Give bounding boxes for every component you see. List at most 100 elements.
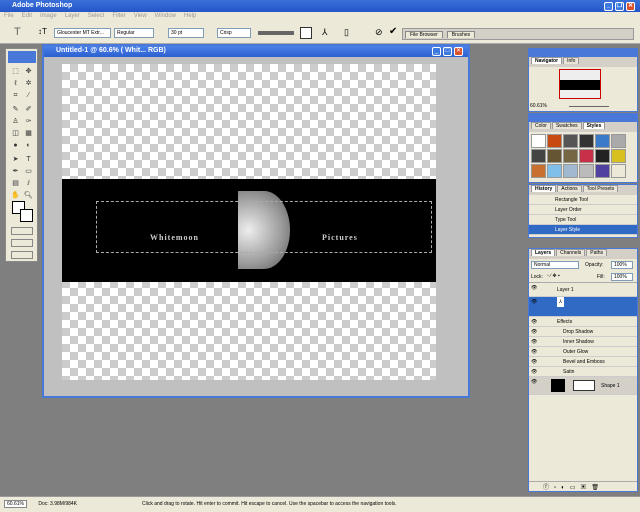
dodge-tool-icon[interactable]: ◐ [24, 141, 33, 150]
style-swatch[interactable] [563, 164, 578, 178]
text-color-swatch[interactable] [300, 27, 312, 39]
style-swatch[interactable] [595, 149, 610, 163]
zoom-slider[interactable] [569, 106, 609, 107]
history-item[interactable]: Type Tool [529, 215, 637, 225]
style-swatch[interactable] [547, 134, 562, 148]
style-swatch[interactable] [595, 164, 610, 178]
style-swatch[interactable] [611, 134, 626, 148]
transform-bounding-box[interactable] [96, 201, 432, 253]
background-color[interactable] [20, 209, 33, 222]
tab-navigator[interactable]: Navigator [531, 57, 563, 64]
menu-view[interactable]: View [134, 13, 147, 19]
tab-actions[interactable]: Actions [557, 185, 582, 192]
layer-row-layer-1[interactable]: 👁︎ Layer 1 [529, 283, 637, 297]
magic-wand-icon[interactable]: ✲ [24, 79, 33, 88]
navigator-thumbnail[interactable] [559, 69, 601, 99]
shape-tool-icon[interactable]: ▭ [24, 167, 33, 176]
tab-styles[interactable]: Styles [582, 122, 606, 129]
warp-text-icon[interactable]: ⅄ [322, 27, 328, 38]
lock-icons[interactable]: ▫ ∕ ✥ ▪ [547, 273, 560, 279]
lasso-tool-icon[interactable]: ℓ [11, 79, 20, 88]
menu-filter[interactable]: Filter [112, 13, 125, 19]
style-swatch[interactable] [595, 134, 610, 148]
clone-stamp-icon[interactable]: ♙ [11, 117, 20, 126]
layer-row-shape-1[interactable]: 👁︎ Shape 1 [529, 377, 637, 395]
type-tool-active-icon[interactable]: T [24, 155, 33, 164]
font-family-select[interactable]: Gloucester MT Extr... [54, 28, 111, 38]
menu-file[interactable]: File [4, 13, 14, 19]
antialias-select[interactable]: Crisp [217, 28, 251, 38]
layer-row-text-selected[interactable]: 👁︎ ⅄ [529, 297, 637, 317]
effect-inner-shadow[interactable]: 👁︎ Inner Shadow [529, 337, 637, 347]
font-style-select[interactable]: Regular [114, 28, 154, 38]
orientation-icon[interactable]: ↕T [38, 27, 47, 36]
cancel-icon[interactable]: ⊘ [375, 27, 383, 38]
menu-help[interactable]: Help [184, 13, 196, 19]
style-swatch[interactable] [547, 164, 562, 178]
tab-file-browser[interactable]: File Browser [405, 31, 443, 38]
brush-tool-icon[interactable]: ✐ [24, 105, 33, 114]
tab-brushes[interactable]: Brushes [446, 31, 476, 38]
layers-footer-buttons[interactable]: ⓕ▫◐▭▣🗑︎ [529, 481, 637, 491]
style-swatch[interactable] [531, 149, 546, 163]
style-swatch[interactable] [547, 149, 562, 163]
slice-tool-icon[interactable]: ∕ [24, 91, 33, 100]
canvas[interactable]: Whitemoon Pictures [62, 64, 436, 380]
menu-edit[interactable]: Edit [22, 13, 32, 19]
close-button[interactable]: ✕ [626, 2, 635, 11]
crop-tool-icon[interactable]: ⌗ [11, 91, 20, 100]
style-swatch[interactable] [611, 149, 626, 163]
style-swatch[interactable] [563, 149, 578, 163]
blend-mode-select[interactable]: Normal [531, 261, 579, 269]
blur-tool-icon[interactable]: ● [11, 141, 20, 150]
navigator-zoom[interactable]: 60.61% [530, 103, 547, 109]
effect-bevel-emboss[interactable]: 👁︎ Bevel and Emboss [529, 357, 637, 367]
eye-icon[interactable]: 👁︎ [531, 349, 537, 355]
notes-tool-icon[interactable]: ▤ [11, 179, 20, 188]
history-item-selected[interactable]: Layer Style [529, 225, 637, 235]
menu-select[interactable]: Select [88, 13, 105, 19]
gradient-icon[interactable]: ▦ [24, 129, 33, 138]
effects-row[interactable]: 👁︎ Effects [529, 317, 637, 327]
effect-outer-glow[interactable]: 👁︎ Outer Glow [529, 347, 637, 357]
tab-layers[interactable]: Layers [531, 249, 556, 256]
doc-close-button[interactable]: ✕ [454, 47, 463, 56]
tab-tool-presets[interactable]: Tool Presets [582, 185, 619, 192]
menu-layer[interactable]: Layer [65, 13, 80, 19]
eyedropper-icon[interactable]: ⅈ [24, 179, 33, 188]
status-zoom[interactable]: 60.61% [4, 500, 27, 508]
quick-mask-buttons[interactable] [11, 227, 33, 235]
font-size-select[interactable]: 30 pt [168, 28, 204, 38]
effect-drop-shadow[interactable]: 👁︎ Drop Shadow [529, 327, 637, 337]
fill-field[interactable]: 100% [611, 273, 633, 281]
align-buttons[interactable] [258, 31, 294, 35]
palettes-icon[interactable]: ▯ [344, 27, 349, 38]
eye-icon[interactable]: 👁︎ [531, 379, 537, 385]
menu-image[interactable]: Image [40, 13, 57, 19]
eye-icon[interactable]: 👁︎ [531, 339, 537, 345]
style-swatch[interactable] [579, 164, 594, 178]
tab-swatches[interactable]: Swatches [551, 122, 582, 129]
style-swatch[interactable] [563, 134, 578, 148]
doc-maximize-button[interactable]: □ [443, 47, 452, 56]
path-select-icon[interactable]: ➤ [11, 155, 20, 164]
commit-icon[interactable]: ✔ [389, 26, 397, 37]
eraser-icon[interactable]: ◫ [11, 129, 20, 138]
screen-mode-buttons[interactable] [11, 239, 33, 247]
eye-icon[interactable]: 👁︎ [531, 359, 537, 365]
eye-icon[interactable]: 👁︎ [531, 319, 537, 325]
minimize-button[interactable]: _ [604, 2, 613, 11]
tab-color[interactable]: Color [531, 122, 551, 129]
imageready-button[interactable] [11, 251, 33, 259]
style-swatch[interactable] [579, 134, 594, 148]
style-swatch[interactable] [531, 134, 546, 148]
history-item[interactable]: Rectangle Tool [529, 195, 637, 205]
tab-history[interactable]: History [531, 185, 557, 192]
restore-button[interactable]: ❐ [615, 2, 624, 11]
eye-icon[interactable]: 👁︎ [531, 285, 537, 291]
type-tool-icon[interactable]: T [14, 26, 21, 38]
tab-paths[interactable]: Paths [586, 249, 608, 256]
healing-brush-icon[interactable]: ✎ [11, 105, 20, 114]
style-swatch[interactable] [611, 164, 626, 178]
effect-satin[interactable]: 👁︎ Satin [529, 367, 637, 377]
